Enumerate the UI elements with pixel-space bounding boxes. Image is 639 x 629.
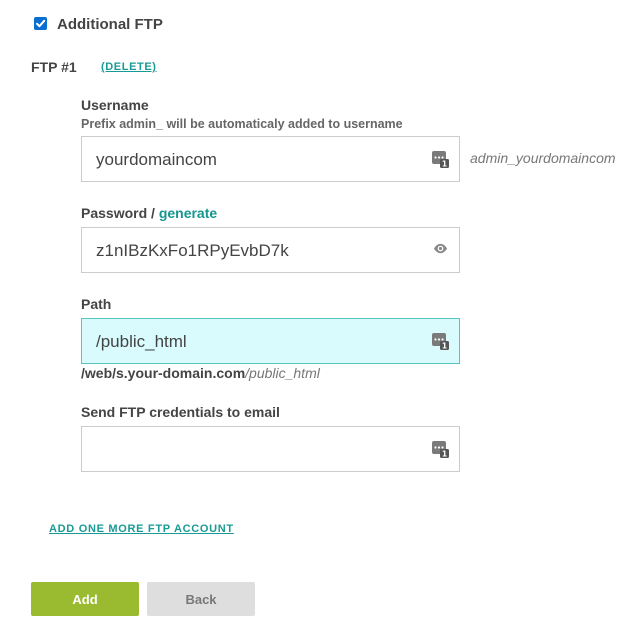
path-full-hint: /web/s.your-domain.com/public_html: [81, 365, 320, 381]
add-ftp-account-link[interactable]: ADD ONE MORE FTP ACCOUNT: [49, 523, 234, 535]
additional-ftp-checkbox[interactable]: [34, 17, 47, 30]
username-prefixed-preview: admin_yourdomaincom: [470, 150, 616, 166]
path-input[interactable]: /public_html 1: [81, 318, 460, 364]
path-hint-base: /web/s.your-domain.com: [81, 365, 246, 381]
back-button[interactable]: Back: [147, 582, 255, 616]
ftp-account-title: FTP #1: [31, 59, 77, 75]
svg-text:1: 1: [442, 160, 447, 168]
svg-text:1: 1: [442, 450, 447, 458]
delete-ftp-link[interactable]: (DELETE): [101, 61, 157, 73]
password-value: z1nIBzKxFo1RPyEvbD7k: [96, 241, 289, 260]
password-label: Password /: [81, 205, 155, 221]
password-manager-icon[interactable]: 1: [432, 441, 449, 458]
ftp-form-page: Additional FTP FTP #1 (DELETE) Username …: [0, 0, 639, 629]
send-email-label: Send FTP credentials to email: [81, 404, 280, 420]
username-value: yourdomaincom: [96, 150, 217, 169]
password-manager-icon[interactable]: 1: [432, 151, 449, 168]
username-input[interactable]: yourdomaincom 1: [81, 136, 460, 182]
password-input[interactable]: z1nIBzKxFo1RPyEvbD7k: [81, 227, 460, 273]
add-button[interactable]: Add: [31, 582, 139, 616]
password-label-row: Password / generate: [81, 205, 217, 221]
path-hint-path: /public_html: [245, 365, 320, 381]
password-manager-icon[interactable]: 1: [432, 333, 449, 350]
additional-ftp-label[interactable]: Additional FTP: [57, 16, 163, 33]
generate-password-link[interactable]: generate: [159, 205, 217, 221]
checkmark-icon: [36, 19, 46, 28]
svg-text:1: 1: [442, 342, 447, 350]
eye-icon[interactable]: [433, 241, 448, 256]
path-value: /public_html: [96, 332, 187, 351]
username-hint: Prefix admin_ will be automaticaly added…: [81, 117, 403, 131]
path-label: Path: [81, 296, 112, 312]
send-email-input[interactable]: 1: [81, 426, 460, 472]
username-label: Username: [81, 97, 149, 113]
